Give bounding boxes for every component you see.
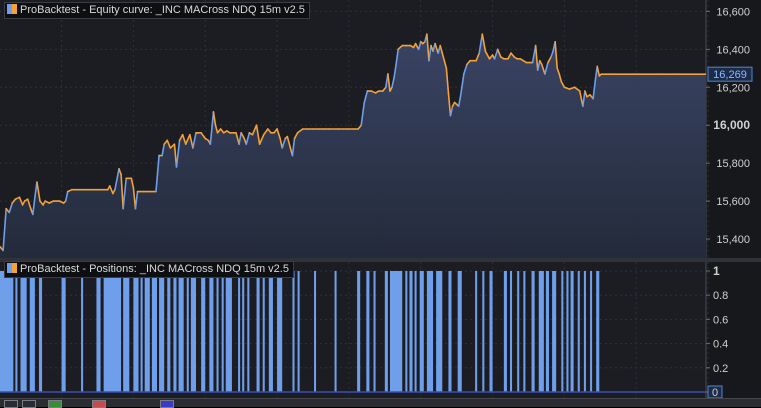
position-bar xyxy=(20,271,27,392)
position-bar xyxy=(238,271,241,392)
positions-y-tick-label: 0.8 xyxy=(713,290,728,302)
position-bar xyxy=(297,271,300,392)
position-bar xyxy=(566,271,569,392)
position-bar xyxy=(426,271,434,392)
position-bar xyxy=(531,271,535,392)
position-bar xyxy=(373,271,376,392)
position-bar xyxy=(173,271,177,392)
position-bar xyxy=(523,271,526,392)
position-bar xyxy=(140,271,143,392)
position-bar xyxy=(570,271,574,392)
position-bar xyxy=(583,271,586,392)
position-bar xyxy=(151,271,157,392)
equity-y-tick-label: 15,600 xyxy=(716,196,750,208)
position-bar xyxy=(475,271,478,392)
position-bar xyxy=(409,271,413,392)
equity-panel-title[interactable]: ProBacktest - Equity curve: _INC MACross… xyxy=(4,2,310,19)
positions-last-value-label: 0 xyxy=(712,387,718,398)
positions-axis-background xyxy=(706,262,761,398)
position-bar xyxy=(292,271,295,392)
equity-y-tick-label: 16,200 xyxy=(716,82,750,94)
equity-y-tick-label: 16,400 xyxy=(716,44,750,56)
position-bar xyxy=(133,271,139,392)
positions-last-value-marker: 0 xyxy=(707,385,723,399)
equity-panel-title-text: ProBacktest - Equity curve: _INC MACross… xyxy=(20,4,305,16)
position-bar xyxy=(15,271,18,392)
position-bar xyxy=(268,271,273,392)
position-bar xyxy=(357,271,361,392)
positions-y-tick-label: 0.2 xyxy=(713,363,728,375)
positions-y-tick-label: 0.4 xyxy=(713,339,728,351)
position-bar xyxy=(225,271,232,392)
position-bar xyxy=(247,271,250,392)
position-bar xyxy=(389,271,403,392)
positions-series-swatch xyxy=(7,263,17,273)
positions-y-tick-label: 1 xyxy=(713,264,720,278)
equity-y-tick-label: 16,600 xyxy=(716,6,750,18)
position-bar xyxy=(334,271,337,392)
position-bar xyxy=(29,271,35,392)
position-bar xyxy=(167,271,171,392)
position-bar xyxy=(545,271,549,392)
position-bar xyxy=(190,271,196,392)
positions-panel-title-text: ProBacktest - Positions: _INC MACross ND… xyxy=(20,263,289,275)
position-bar xyxy=(457,271,462,392)
equity-y-tick-label: 15,800 xyxy=(716,158,750,170)
position-bar xyxy=(216,271,219,392)
position-bar xyxy=(561,271,564,392)
position-bar xyxy=(0,271,14,392)
position-bar xyxy=(103,271,122,392)
equity-y-tick-label: 15,400 xyxy=(716,234,750,246)
position-bar xyxy=(448,271,452,392)
position-bar xyxy=(482,271,485,392)
equity-series-swatch xyxy=(7,4,17,14)
position-bar xyxy=(590,271,593,392)
position-bar xyxy=(262,271,265,392)
probacktest-charts: 15,400 15,600 15,800 16,000 16,200 16,400 16,6… xyxy=(0,0,761,399)
toolbar-legend-swatch xyxy=(48,400,62,408)
position-bar xyxy=(186,271,189,392)
position-bar xyxy=(405,271,408,392)
position-bar xyxy=(503,271,507,392)
equity-last-value-marker: 16,269 xyxy=(707,66,753,82)
position-bar xyxy=(510,271,513,392)
position-bar xyxy=(384,271,388,392)
position-bar xyxy=(366,271,370,392)
toolbar-legend-swatch xyxy=(160,400,174,408)
equity-last-value-label: 16,269 xyxy=(713,69,747,81)
toolbar-icon[interactable] xyxy=(22,400,36,408)
toolbar-legend-swatch xyxy=(92,400,106,408)
position-bar xyxy=(61,271,66,392)
position-bar xyxy=(178,271,184,392)
position-bar xyxy=(419,271,424,392)
toolbar-icon[interactable] xyxy=(4,400,18,408)
position-bar xyxy=(314,271,317,392)
position-bar xyxy=(538,271,544,392)
positions-panel-title[interactable]: ProBacktest - Positions: _INC MACross ND… xyxy=(4,261,294,278)
position-bar xyxy=(489,271,493,392)
probacktest-window: 15,400 15,600 15,800 16,000 16,200 16,400 16,6… xyxy=(0,0,761,408)
position-bar xyxy=(209,271,214,392)
position-bar xyxy=(144,271,150,392)
position-bar xyxy=(96,271,101,392)
position-bar xyxy=(159,271,165,392)
position-bar xyxy=(596,271,600,392)
position-bar xyxy=(517,271,520,392)
positions-y-tick-label: 0.6 xyxy=(713,314,728,326)
equity-y-tick-label: 16,000 xyxy=(713,118,750,132)
position-bar xyxy=(277,271,283,392)
position-bar xyxy=(242,271,245,392)
position-bar xyxy=(256,271,260,392)
position-bar xyxy=(552,271,557,392)
position-bar xyxy=(414,271,417,392)
position-bar xyxy=(221,271,224,392)
position-bar xyxy=(123,271,130,392)
position-bar xyxy=(436,271,443,392)
position-bar xyxy=(577,271,580,392)
position-bar xyxy=(201,271,206,392)
position-bar xyxy=(38,271,43,392)
position-bar xyxy=(81,271,84,392)
